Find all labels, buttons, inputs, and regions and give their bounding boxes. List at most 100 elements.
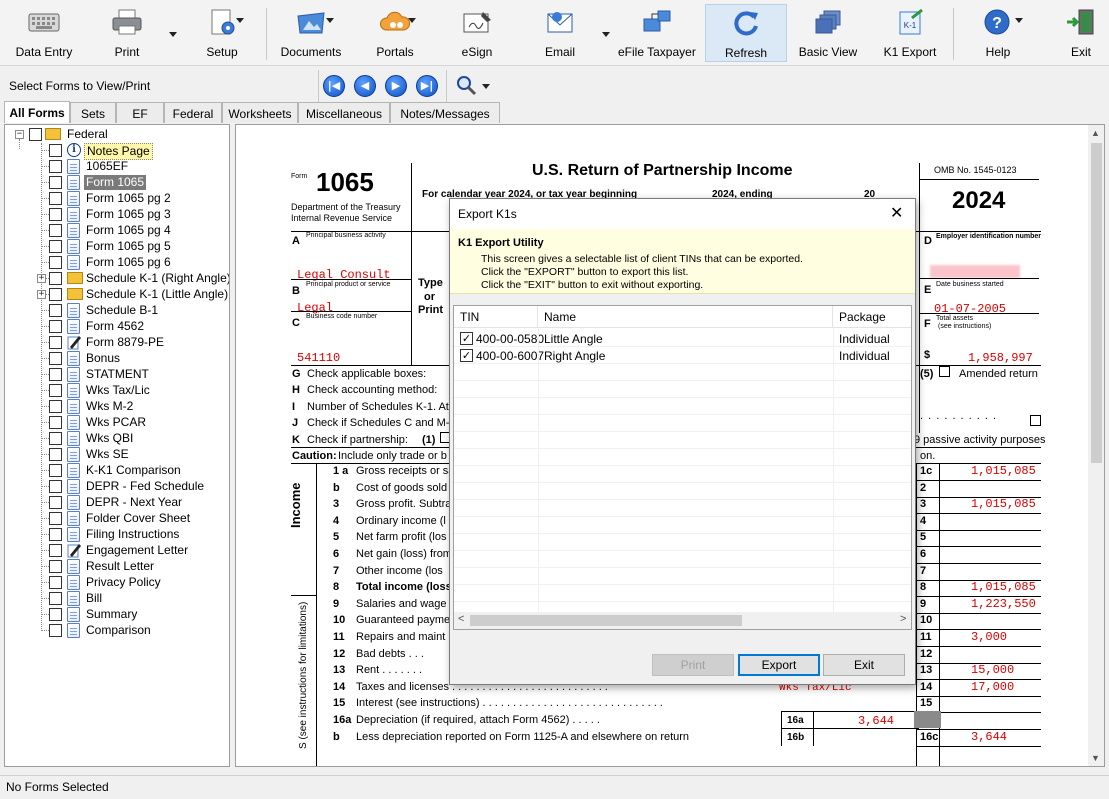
tab-sets[interactable]: Sets: [70, 102, 116, 123]
tree-checkbox[interactable]: [49, 608, 62, 621]
tree-checkbox[interactable]: [49, 624, 62, 637]
print-dropdown-button[interactable]: [165, 4, 181, 62]
tree-node-item[interactable]: 1065EF: [41, 159, 229, 175]
tree-checkbox[interactable]: [49, 320, 62, 333]
tree-checkbox[interactable]: [49, 592, 62, 605]
tree-checkbox[interactable]: [49, 560, 62, 573]
expand-icon[interactable]: +: [37, 290, 46, 299]
tin-list[interactable]: TIN Name Package ✓ 400-00-0580 Little Angl…: [453, 305, 912, 630]
scroll-right-icon[interactable]: >: [900, 613, 906, 625]
tree-checkbox[interactable]: [49, 160, 62, 173]
tree-node-item[interactable]: DEPR - Next Year: [41, 495, 229, 511]
exit-dialog-button[interactable]: Exit: [823, 654, 905, 676]
tin-checkbox[interactable]: ✓: [460, 349, 473, 362]
tree-checkbox[interactable]: [49, 480, 62, 493]
tree-checkbox[interactable]: [49, 144, 62, 157]
tree-checkbox[interactable]: [49, 192, 62, 205]
tree-checkbox[interactable]: [49, 176, 62, 189]
tree-checkbox[interactable]: [49, 496, 62, 509]
tab-miscellaneous[interactable]: Miscellaneous: [298, 102, 390, 123]
line-value[interactable]: 1,015,085: [971, 580, 1036, 594]
tree-node-item[interactable]: Wks QBI: [41, 431, 229, 447]
tree-node-item[interactable]: Schedule B-1: [41, 303, 229, 319]
tree-node-item[interactable]: Form 1065 pg 3: [41, 207, 229, 223]
scroll-thumb[interactable]: [1091, 143, 1102, 463]
export-button[interactable]: Export: [738, 654, 820, 676]
line-value[interactable]: 1,015,085: [971, 497, 1036, 511]
tree-node-item[interactable]: Filing Instructions: [41, 527, 229, 543]
tree-node-item[interactable]: Summary: [41, 607, 229, 623]
tree-checkbox[interactable]: [49, 272, 62, 285]
tab-all-forms[interactable]: All Forms: [4, 101, 70, 123]
line-value[interactable]: 3,000: [971, 630, 1007, 644]
line-f-value[interactable]: 1,958,997: [968, 351, 1033, 365]
refresh-button[interactable]: Refresh: [705, 4, 787, 62]
line-value[interactable]: 3,644: [971, 730, 1007, 744]
tab-federal[interactable]: Federal: [164, 102, 222, 123]
close-icon[interactable]: ✕: [890, 203, 903, 222]
print-button[interactable]: Print: [92, 4, 162, 62]
tin-checkbox[interactable]: ✓: [460, 332, 473, 345]
tree-node-item[interactable]: STATMENT: [41, 367, 229, 383]
documents-button[interactable]: Documents: [278, 4, 344, 62]
first-page-button[interactable]: |◀: [323, 75, 345, 97]
tree-node-item[interactable]: Wks PCAR: [41, 415, 229, 431]
tree-node-item[interactable]: Engagement Letter: [41, 543, 229, 559]
scroll-up-icon[interactable]: ▲: [1091, 128, 1100, 138]
next-page-button[interactable]: ▶: [385, 75, 407, 97]
exit-button[interactable]: Exit: [1054, 4, 1108, 62]
tree-checkbox[interactable]: [49, 240, 62, 253]
tree-checkbox[interactable]: [49, 352, 62, 365]
tin-row[interactable]: ✓ 400-00-0580 Little Angle Individual: [454, 330, 911, 347]
tree-checkbox[interactable]: [49, 464, 62, 477]
tree-node-item[interactable]: Bonus: [41, 351, 229, 367]
email-dropdown-button[interactable]: [598, 4, 614, 62]
tree-checkbox[interactable]: [49, 400, 62, 413]
tree-checkbox[interactable]: [49, 448, 62, 461]
tree-checkbox[interactable]: [49, 208, 62, 221]
tree-checkbox[interactable]: [49, 336, 62, 349]
setup-button[interactable]: Setup: [188, 4, 256, 62]
expand-icon[interactable]: +: [37, 274, 46, 283]
tree-node-item[interactable]: + Schedule K-1 (Right Angle): [37, 271, 229, 287]
amended-return-checkbox[interactable]: [939, 366, 950, 377]
tree-node-item[interactable]: Folder Cover Sheet: [41, 511, 229, 527]
tree-checkbox[interactable]: [49, 224, 62, 237]
line-value[interactable]: 17,000: [971, 680, 1014, 694]
email-button[interactable]: Email: [530, 4, 590, 62]
list-horizontal-scrollbar[interactable]: < >: [454, 612, 911, 629]
tree-node-item[interactable]: Privacy Policy: [41, 575, 229, 591]
tab-worksheets[interactable]: Worksheets: [222, 102, 298, 123]
tree-checkbox[interactable]: [49, 384, 62, 397]
form-vertical-scrollbar[interactable]: ▲ ▼: [1088, 125, 1104, 766]
data-entry-button[interactable]: Data Entry: [6, 4, 82, 62]
tree-checkbox[interactable]: [49, 544, 62, 557]
tree-node-item[interactable]: Form 1065 pg 6: [41, 255, 229, 271]
efile-taxpayer-button[interactable]: eFile Taxpayer: [618, 4, 696, 62]
tree-node-item[interactable]: Form 8879-PE: [41, 335, 229, 351]
scroll-down-icon[interactable]: ▼: [1091, 753, 1100, 763]
line-value[interactable]: 15,000: [971, 663, 1014, 677]
box-16a-value[interactable]: 3,644: [858, 714, 894, 728]
esign-button[interactable]: eSign: [448, 4, 506, 62]
tree-node-item[interactable]: Wks Tax/Lic: [41, 383, 229, 399]
tree-checkbox[interactable]: [49, 368, 62, 381]
k1-export-button[interactable]: K-1 K1 Export: [877, 4, 943, 62]
tin-row[interactable]: ✓ 400-00-6007 Right Angle Individual: [454, 347, 911, 364]
tree-node-item[interactable]: Wks SE: [41, 447, 229, 463]
tree-node-item[interactable]: K-K1 Comparison: [41, 463, 229, 479]
tree-checkbox[interactable]: [49, 512, 62, 525]
tree-checkbox[interactable]: [49, 416, 62, 429]
previous-page-button[interactable]: ◀: [354, 75, 376, 97]
tree-checkbox[interactable]: [29, 128, 42, 141]
column-header-name[interactable]: Name: [538, 306, 833, 328]
tree-checkbox[interactable]: [49, 288, 62, 301]
tree-node-federal[interactable]: Federal: [29, 127, 219, 143]
tree-node-item[interactable]: Form 1065: [41, 175, 229, 191]
collapse-icon[interactable]: −: [15, 130, 24, 139]
h-scroll-thumb[interactable]: [470, 615, 742, 626]
tree-checkbox[interactable]: [49, 256, 62, 269]
tree-node-item[interactable]: i Notes Page: [41, 143, 229, 160]
tab-ef[interactable]: EF: [116, 102, 164, 123]
tab-notes-messages[interactable]: Notes/Messages: [390, 102, 500, 123]
